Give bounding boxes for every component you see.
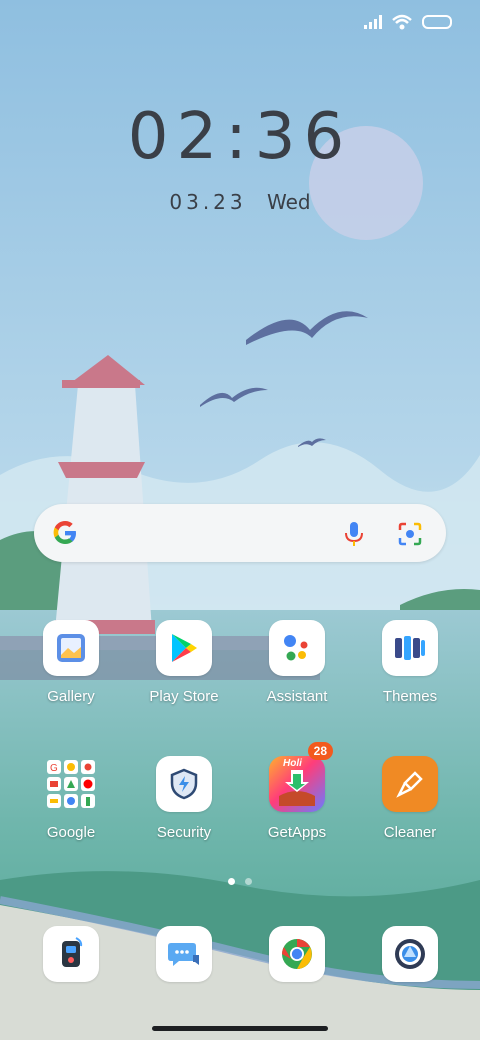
clock-time[interactable]: 02:36	[0, 100, 480, 174]
home-indicator[interactable]	[152, 1026, 328, 1031]
page-dot-active	[228, 878, 235, 885]
google-search-bar[interactable]	[34, 504, 446, 562]
app-label: Assistant	[266, 688, 328, 705]
getapps-icon-text: Holi	[283, 758, 302, 769]
weekday: Wed	[267, 190, 311, 214]
app-label: GetApps	[267, 824, 327, 841]
notification-badge: 28	[307, 742, 333, 760]
page-dot	[245, 878, 252, 885]
phone-icon	[43, 926, 99, 982]
dock-messaging[interactable]	[128, 926, 240, 982]
play-store-icon	[156, 620, 212, 676]
app-label: Cleaner	[383, 824, 437, 841]
app-assistant[interactable]: Assistant	[241, 620, 353, 705]
app-label: Security	[156, 824, 212, 841]
chrome-icon	[269, 926, 325, 982]
svg-text:G: G	[50, 763, 58, 774]
status-bar	[364, 14, 452, 30]
lens-icon[interactable]	[396, 520, 424, 548]
clock-date[interactable]: 03.23 Wed	[0, 190, 480, 214]
battery-icon	[422, 15, 452, 29]
security-icon	[156, 756, 212, 812]
getapps-icon: Holi 28	[269, 742, 333, 812]
app-security[interactable]: Security	[128, 756, 240, 841]
app-label: Google	[46, 824, 96, 841]
app-label: Play Store	[149, 688, 219, 705]
messaging-icon	[156, 926, 212, 982]
app-play-store[interactable]: Play Store	[128, 620, 240, 705]
app-google-folder[interactable]: G Google	[15, 756, 127, 841]
signal-icon	[364, 15, 382, 29]
app-themes[interactable]: Themes	[354, 620, 466, 705]
gallery-icon	[43, 620, 99, 676]
dock-phone[interactable]	[15, 926, 127, 982]
mic-icon[interactable]	[342, 520, 366, 548]
app-label: Gallery	[47, 688, 95, 705]
page-indicator[interactable]	[0, 878, 480, 885]
google-folder-icon: G	[43, 756, 99, 812]
dock-chrome[interactable]	[241, 926, 353, 982]
assistant-icon	[269, 620, 325, 676]
app-label: Themes	[382, 688, 438, 705]
camera-icon	[382, 926, 438, 982]
app-gallery[interactable]: Gallery	[15, 620, 127, 705]
google-logo	[53, 521, 76, 544]
dock-camera[interactable]	[354, 926, 466, 982]
cleaner-icon	[382, 756, 438, 812]
wifi-icon	[392, 14, 412, 30]
date-value: 03.23	[169, 190, 247, 214]
themes-icon	[382, 620, 438, 676]
app-cleaner[interactable]: Cleaner	[354, 756, 466, 841]
app-getapps[interactable]: Holi 28 GetApps	[241, 742, 353, 841]
